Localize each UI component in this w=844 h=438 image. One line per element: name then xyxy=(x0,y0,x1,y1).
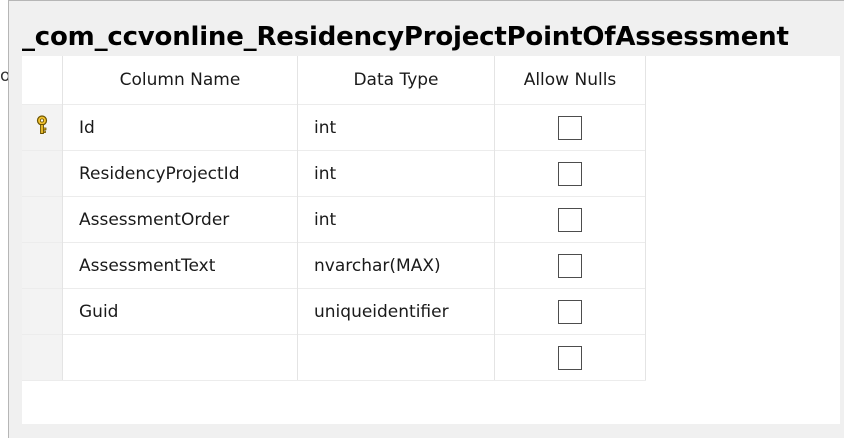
column-name-cell[interactable]: ResidencyProjectId xyxy=(62,150,298,197)
table-title[interactable]: _com_ccvonline_ResidencyProjectPointOfAs… xyxy=(22,22,789,52)
allow-nulls-cell xyxy=(494,334,646,381)
table-row[interactable]: Id int xyxy=(22,104,646,151)
table-row[interactable]: AssessmentText nvarchar(MAX) xyxy=(22,242,646,289)
allow-nulls-cell xyxy=(494,196,646,243)
column-name-cell[interactable] xyxy=(62,334,298,381)
allow-nulls-checkbox[interactable] xyxy=(558,299,582,324)
data-type-cell[interactable]: uniqueidentifier xyxy=(297,288,495,335)
allow-nulls-checkbox[interactable] xyxy=(558,345,582,370)
column-grid: Column Name Data Type Allow Nulls Id int… xyxy=(22,56,646,381)
row-selector-header xyxy=(22,56,63,105)
designer-canvas: o _com_ccvonline_ResidencyProjectPointOf… xyxy=(0,0,844,438)
data-type-cell[interactable] xyxy=(297,334,495,381)
grid-header-row: Column Name Data Type Allow Nulls xyxy=(22,56,646,105)
allow-nulls-header[interactable]: Allow Nulls xyxy=(494,56,646,105)
allow-nulls-cell xyxy=(494,150,646,197)
row-selector[interactable] xyxy=(22,242,63,289)
column-name-header[interactable]: Column Name xyxy=(62,56,298,105)
row-selector[interactable] xyxy=(22,104,63,151)
row-selector[interactable] xyxy=(22,334,63,381)
column-grid-panel: Column Name Data Type Allow Nulls Id int… xyxy=(22,56,840,424)
allow-nulls-checkbox[interactable] xyxy=(558,253,582,278)
allow-nulls-checkbox[interactable] xyxy=(558,115,582,140)
table-row[interactable]: Guid uniqueidentifier xyxy=(22,288,646,335)
row-selector[interactable] xyxy=(22,288,63,335)
primary-key-icon xyxy=(34,115,50,140)
column-name-cell[interactable]: Id xyxy=(62,104,298,151)
column-name-cell[interactable]: AssessmentOrder xyxy=(62,196,298,243)
table-row[interactable]: AssessmentOrder int xyxy=(22,196,646,243)
column-name-cell[interactable]: AssessmentText xyxy=(62,242,298,289)
data-type-header[interactable]: Data Type xyxy=(297,56,495,105)
offscreen-label-fragment: o xyxy=(0,66,8,86)
column-name-cell[interactable]: Guid xyxy=(62,288,298,335)
allow-nulls-cell xyxy=(494,242,646,289)
data-type-cell[interactable]: int xyxy=(297,150,495,197)
data-type-cell[interactable]: nvarchar(MAX) xyxy=(297,242,495,289)
allow-nulls-checkbox[interactable] xyxy=(558,161,582,186)
allow-nulls-cell xyxy=(494,104,646,151)
row-selector[interactable] xyxy=(22,150,63,197)
row-selector[interactable] xyxy=(22,196,63,243)
table-row[interactable]: ResidencyProjectId int xyxy=(22,150,646,197)
allow-nulls-cell xyxy=(494,288,646,335)
data-type-cell[interactable]: int xyxy=(297,196,495,243)
table-row-new[interactable] xyxy=(22,334,646,381)
data-type-cell[interactable]: int xyxy=(297,104,495,151)
allow-nulls-checkbox[interactable] xyxy=(558,207,582,232)
